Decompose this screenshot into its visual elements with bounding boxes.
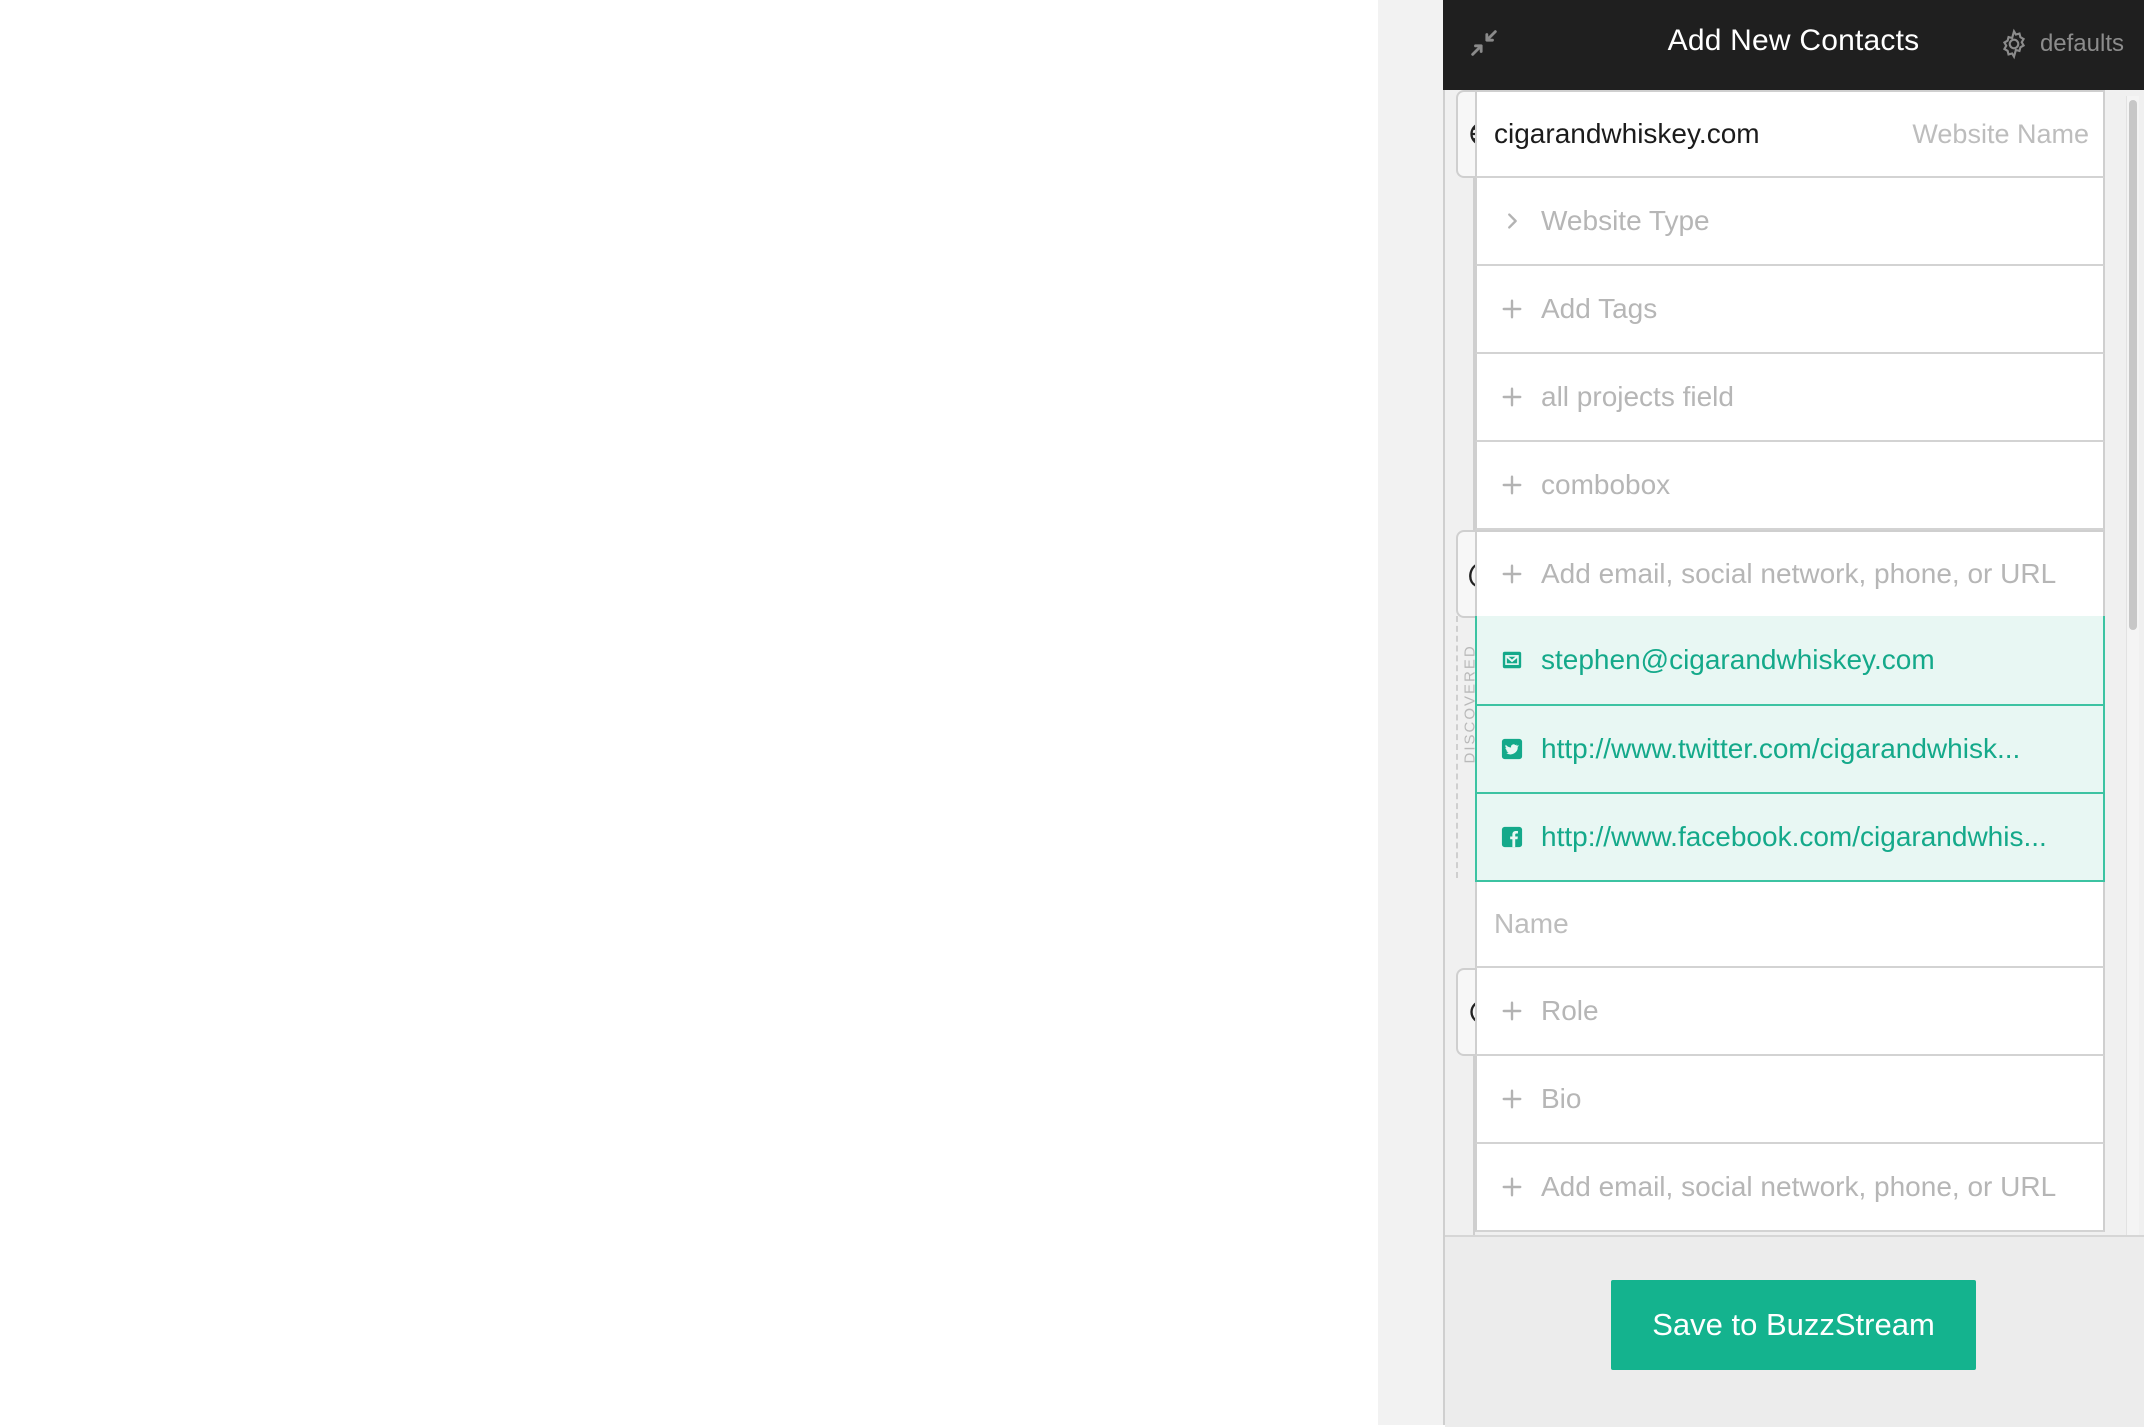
facebook-icon <box>1501 826 1523 848</box>
person-add-contact-method-label: Add email, social network, phone, or URL <box>1541 1171 2057 1202</box>
combobox-field[interactable]: combobox <box>1475 442 2105 530</box>
discovered-twitter-value: http://www.twitter.com/cigarandwhisk... <box>1541 733 2021 764</box>
panel-footer: Save to BuzzStream <box>1445 1235 2144 1427</box>
scrollbar[interactable] <box>2126 96 2139 1235</box>
form-scroll-area[interactable]: @ DISCOVERED cigarandwhiskey.com Website… <box>1443 90 2144 1235</box>
website-name-placeholder: Website Name <box>1912 118 2089 149</box>
all-projects-field[interactable]: all projects field <box>1475 354 2105 442</box>
gear-icon <box>2002 28 2025 60</box>
role-label: Role <box>1541 995 1599 1026</box>
discovered-twitter-row[interactable]: http://www.twitter.com/cigarandwhisk... <box>1475 706 2105 794</box>
scrollbar-thumb[interactable] <box>2129 100 2137 630</box>
person-add-contact-method-field[interactable]: Add email, social network, phone, or URL <box>1475 1144 2105 1232</box>
twitter-icon <box>1501 738 1523 760</box>
combobox-label: combobox <box>1541 469 1671 500</box>
defaults-button[interactable]: defaults <box>1998 24 2124 64</box>
left-gutter <box>1378 0 1443 1425</box>
person-name-field[interactable]: Name <box>1475 882 2105 968</box>
discovered-email-row[interactable]: stephen@cigarandwhiskey.com <box>1475 616 2105 706</box>
add-tags-label: Add Tags <box>1541 293 1658 324</box>
all-projects-label: all projects field <box>1541 381 1734 412</box>
plus-icon <box>1501 563 1523 585</box>
plus-icon <box>1501 386 1523 408</box>
plus-icon <box>1501 474 1523 496</box>
website-name-value: cigarandwhiskey.com <box>1494 118 1760 149</box>
discovered-email-value: stephen@cigarandwhiskey.com <box>1541 644 1935 675</box>
add-contact-method-label: Add email, social network, phone, or URL <box>1541 558 2057 589</box>
chevron-right-icon <box>1501 210 1523 232</box>
bio-label: Bio <box>1541 1083 1582 1114</box>
plus-icon <box>1501 1000 1523 1022</box>
discovered-facebook-value: http://www.facebook.com/cigarandwhis... <box>1541 821 2047 852</box>
plus-icon <box>1501 1176 1523 1198</box>
add-tags-field[interactable]: Add Tags <box>1475 266 2105 354</box>
panel-header: Add New Contacts defaults <box>1443 0 2144 90</box>
person-name-placeholder: Name <box>1494 908 1569 939</box>
email-icon <box>1501 649 1523 671</box>
role-field[interactable]: Role <box>1475 968 2105 1056</box>
plus-icon <box>1501 1088 1523 1110</box>
bio-field[interactable]: Bio <box>1475 1056 2105 1144</box>
website-type-field[interactable]: Website Type <box>1475 178 2105 266</box>
website-name-field[interactable]: cigarandwhiskey.com Website Name <box>1475 90 2105 178</box>
defaults-label: defaults <box>2039 30 2124 57</box>
discovered-facebook-row[interactable]: http://www.facebook.com/cigarandwhis... <box>1475 794 2105 882</box>
website-type-label: Website Type <box>1541 205 1710 236</box>
plus-icon <box>1501 298 1523 320</box>
save-to-buzzstream-button[interactable]: Save to BuzzStream <box>1611 1280 1976 1370</box>
add-contact-method-field[interactable]: Add email, social network, phone, or URL <box>1475 530 2105 618</box>
